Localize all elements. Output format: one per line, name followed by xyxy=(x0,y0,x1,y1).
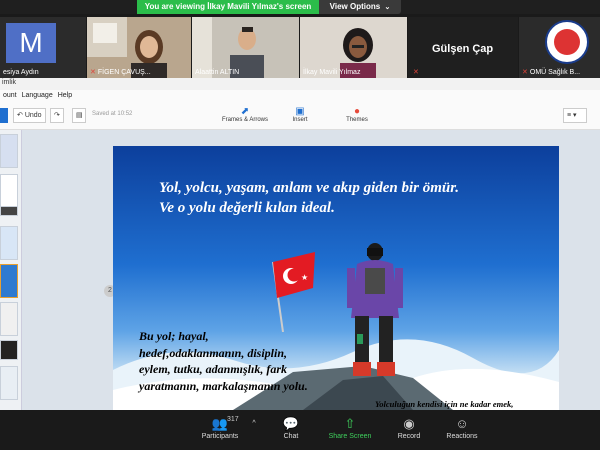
slide-thumbnail[interactable] xyxy=(0,226,18,260)
record-button[interactable]: ◉ Record xyxy=(379,415,439,440)
themes-label: Themes xyxy=(346,117,368,123)
save-button[interactable]: ▤ xyxy=(72,108,86,123)
slide-thumbnail[interactable] xyxy=(0,264,18,298)
app-title-bar: imlik xyxy=(0,78,600,90)
view-options-label: View Options xyxy=(329,2,381,11)
viewing-screen-label: You are viewing İlkay Mavili Yılmaz's sc… xyxy=(137,0,319,14)
redo-button[interactable]: ↷ xyxy=(50,108,64,123)
insert-icon: ▣ xyxy=(295,106,305,117)
svg-text:★: ★ xyxy=(301,273,308,282)
zoom-meeting-window: You are viewing İlkay Mavili Yılmaz's sc… xyxy=(0,0,600,450)
participant-tile[interactable]: İlkay Mavili Yılmaz xyxy=(300,17,407,78)
reactions-icon: ☺ xyxy=(455,416,469,431)
home-button[interactable] xyxy=(0,108,8,123)
record-icon: ◉ xyxy=(403,416,415,431)
view-options-button[interactable]: View Options ⌄ xyxy=(319,0,401,14)
university-logo xyxy=(545,20,589,64)
participant-tile[interactable]: ✕ OMÜ Sağlık B... xyxy=(519,17,600,78)
record-label: Record xyxy=(397,433,421,440)
climber-image xyxy=(347,243,403,376)
slide-thumbnail[interactable] xyxy=(0,366,18,400)
slide-body-text: Bu yol; hayal, hedef,odaklanmanın, disip… xyxy=(139,329,308,393)
participant-tile[interactable]: ✕ FİGEN ÇAVUŞ... xyxy=(87,17,191,78)
frames-arrows-label: Frames & Arrows xyxy=(221,117,268,123)
slide-footer-text: Yolculuğun kendisi için ne kadar emek, xyxy=(375,399,514,409)
participant-name: Alaattin ALTIN xyxy=(195,69,240,76)
reactions-button[interactable]: ☺ Reactions xyxy=(432,415,492,440)
undo-label: Undo xyxy=(24,112,42,119)
slide-thumbnail[interactable] xyxy=(0,134,18,168)
participant-tile[interactable]: M esiya Aydın xyxy=(0,17,86,78)
chevron-down-icon: ⌄ xyxy=(384,4,391,11)
themes-icon: ● xyxy=(353,106,361,117)
participants-count: 317 xyxy=(227,416,239,423)
app-title: imlik xyxy=(2,79,16,86)
redo-icon: ↷ xyxy=(54,112,60,119)
participants-icon: 👥 xyxy=(211,416,229,431)
chat-button[interactable]: 💬 Chat xyxy=(261,415,321,440)
undo-button[interactable]: ↶ Undo xyxy=(13,108,46,123)
undo-icon: ↶ xyxy=(17,112,23,119)
share-screen-icon: ⇧ xyxy=(344,416,356,431)
turkish-flag-image: ★ xyxy=(272,252,315,332)
slide-thumbnail[interactable] xyxy=(0,340,18,360)
participant-tile[interactable]: Gülşen Çap ✕ xyxy=(408,17,518,78)
menu-item-help[interactable]: Help xyxy=(58,90,72,102)
participant-tile[interactable]: Alaattin ALTIN xyxy=(192,17,299,78)
muted-mic-icon: ✕ xyxy=(90,69,96,76)
participants-label: Participants xyxy=(201,433,239,440)
participant-name: İlkay Mavili Yılmaz xyxy=(303,69,361,76)
frames-arrows-icon: ⬈ xyxy=(240,106,250,117)
menu-bar: ount Language Help xyxy=(0,90,600,102)
slide-thumbnail[interactable] xyxy=(0,174,18,208)
menu-item-language[interactable]: Language xyxy=(22,90,53,102)
slide-title-line: Yol, yolcu, yaşam, anlam ve akıp giden b… xyxy=(159,180,460,196)
slide-thumbnail[interactable] xyxy=(0,302,18,336)
slide-title: Yol, yolcu, yaşam, anlam ve akıp giden b… xyxy=(159,178,559,218)
insert-button[interactable]: ▣ Insert xyxy=(288,106,312,123)
slide-thumbnail[interactable] xyxy=(0,206,18,216)
share-screen-button[interactable]: ⇧ Share Screen xyxy=(320,415,380,440)
muted-mic-icon: ✕ xyxy=(522,69,528,76)
insert-label: Insert xyxy=(292,117,308,123)
participant-name: ✕ OMÜ Sağlık B... xyxy=(522,69,581,76)
reactions-label: Reactions xyxy=(446,433,478,440)
view-menu-button[interactable]: ≡ ▾ xyxy=(563,108,587,123)
share-banner: You are viewing İlkay Mavili Yılmaz's sc… xyxy=(0,0,600,14)
avatar: M xyxy=(6,23,56,63)
slide-thumbnail-panel xyxy=(0,130,22,410)
chat-icon: 💬 xyxy=(282,416,300,431)
menu-item-account[interactable]: ount xyxy=(3,90,17,102)
share-screen-label: Share Screen xyxy=(328,433,372,440)
participant-strip: M esiya Aydın ✕ FİGEN ÇAVUŞ... Alaattin … xyxy=(0,14,600,78)
meeting-controls-bar: 👥 317 Participants ^ 💬 Chat ⇧ Share Scre… xyxy=(0,410,600,450)
save-icon: ▤ xyxy=(76,112,83,119)
participants-chevron-up-icon[interactable]: ^ xyxy=(248,420,260,427)
frames-arrows-button[interactable]: ⬈ Frames & Arrows xyxy=(220,106,270,123)
presentation-slide: ★ Yol, yolcu, yaşam, anlam ve akıp giden… xyxy=(113,146,559,410)
participant-name: ✕ FİGEN ÇAVUŞ... xyxy=(90,69,151,76)
participant-name: esiya Aydın xyxy=(3,69,39,76)
muted-mic-icon: ✕ xyxy=(413,69,419,76)
list-icon: ≡ ▾ xyxy=(567,112,577,119)
chat-label: Chat xyxy=(283,433,299,440)
participant-name: Gülşen Çap xyxy=(432,43,494,55)
saved-status: Saved at 10:52 xyxy=(92,111,133,117)
participants-button[interactable]: 👥 317 Participants xyxy=(190,415,250,440)
editor-toolbar: ↶ Undo ↷ ▤ Saved at 10:52 ⬈ Frames & Arr… xyxy=(0,102,600,130)
themes-button[interactable]: ● Themes xyxy=(344,106,370,123)
slide-title-line: Ve o yolu değerli kılan ideal. xyxy=(159,200,335,216)
